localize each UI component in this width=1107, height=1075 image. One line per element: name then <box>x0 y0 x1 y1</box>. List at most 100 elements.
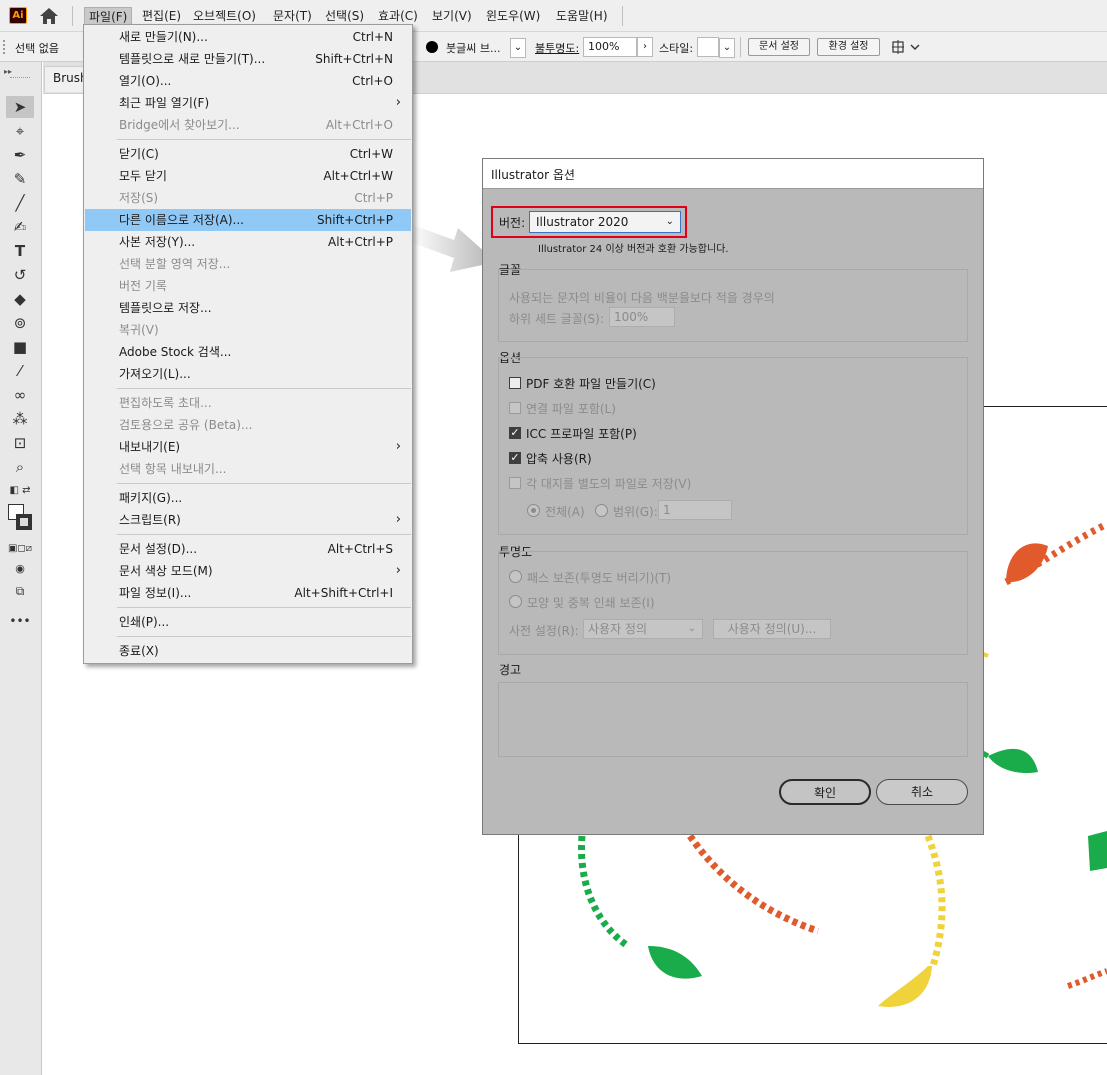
icc-profile-label: ICC 프로파일 포함(P) <box>526 427 637 441</box>
type-tool-icon[interactable]: T <box>6 240 34 262</box>
style-swatch[interactable] <box>697 37 719 57</box>
menu-item-adobe-stock[interactable]: Adobe Stock 검색... <box>85 341 411 363</box>
version-note: Illustrator 24 이상 버전과 호환 가능합니다. <box>538 244 729 255</box>
warp-tool-icon[interactable]: ⊚ <box>6 312 34 334</box>
brush-swatch-icon[interactable] <box>426 41 438 53</box>
draw-mode-icon[interactable]: ◉ <box>6 558 34 580</box>
eyedropper-tool-icon[interactable]: ⁄ <box>6 360 34 382</box>
menu-item-share-review: 검토용으로 공유 (Beta)... <box>119 418 253 432</box>
pen-tool-icon[interactable]: ✒ <box>6 144 34 166</box>
menu-item-open[interactable]: 열기(O)... Ctrl+O <box>85 70 411 92</box>
cancel-button[interactable]: 취소 <box>876 779 968 805</box>
eraser-tool-icon[interactable]: ◆ <box>6 288 34 310</box>
menu-item-save-as-template[interactable]: 템플릿으로 저장... <box>85 297 411 319</box>
menu-item-close[interactable]: 닫기(C) Ctrl+W <box>85 143 411 165</box>
warning-group-title: 경고 <box>499 663 522 677</box>
zoom-tool-icon[interactable]: ⌕ <box>6 456 34 478</box>
icc-profile-checkbox[interactable]: ✓ <box>509 427 521 439</box>
submenu-arrow-icon: › <box>395 439 401 454</box>
menu-item-export[interactable]: 내보내기(E) › <box>85 436 411 458</box>
range-radio <box>595 504 608 517</box>
compression-label: 압축 사용(R) <box>526 452 592 466</box>
range-input: 1 <box>658 500 732 520</box>
menu-object[interactable]: 오브젝트(O) <box>189 7 260 25</box>
direct-selection-tool-icon[interactable]: ⌖ <box>6 120 34 142</box>
app-logo: Ai <box>9 7 27 24</box>
paintbrush-tool-icon[interactable]: ✍ <box>6 216 34 238</box>
menu-item-save: 저장(S) Ctrl+P <box>119 191 393 205</box>
menu-file[interactable]: 파일(F) <box>84 7 133 25</box>
menu-item-close-all[interactable]: 모두 닫기 Alt+Ctrl+W <box>85 165 411 187</box>
menu-item-revert: 복귀(V) <box>119 323 159 337</box>
menu-item-version-history: 버전 기록 <box>119 279 167 293</box>
style-label: 스타일: <box>659 42 694 55</box>
warning-box <box>498 682 968 757</box>
compression-checkbox[interactable]: ✓ <box>509 452 521 464</box>
menu-item-save-as[interactable]: 다른 이름으로 저장(A)... Shift+Ctrl+P <box>85 209 411 231</box>
menu-help[interactable]: 도움말(H) <box>552 7 612 25</box>
fill-stroke-icon[interactable] <box>6 504 34 536</box>
opacity-label[interactable]: 불투명도: <box>535 40 579 56</box>
menu-item-new[interactable]: 새로 만들기(N)... Ctrl+N <box>85 26 411 48</box>
artboards-separate-label: 각 대지를 별도의 파일로 저장(V) <box>526 477 692 491</box>
preferences-button[interactable]: 환경 설정 <box>817 38 880 56</box>
align-icon[interactable] <box>891 39 921 55</box>
gradient-tool-icon[interactable]: ■ <box>6 336 34 358</box>
opacity-input[interactable]: 100% <box>583 37 637 57</box>
preserve-appearance-label: 모양 및 중복 인쇄 보존(I) <box>527 596 655 610</box>
more-tools-icon[interactable]: ••• <box>6 610 34 632</box>
menu-item-open-recent[interactable]: 최근 파일 열기(F) › <box>85 92 411 114</box>
selection-tool-icon[interactable]: ➤ <box>6 96 34 118</box>
document-setup-button[interactable]: 문서 설정 <box>748 38 810 56</box>
fonts-description: 사용되는 문자의 비율이 다음 백분율보다 적을 경우의 <box>509 291 775 305</box>
artboard-tool-icon[interactable]: ⊡ <box>6 432 34 454</box>
curvature-tool-icon[interactable]: ✎ <box>6 168 34 190</box>
submenu-arrow-icon: › <box>395 95 401 110</box>
menu-separator <box>117 534 411 535</box>
menu-item-invite: 편집하도록 초대... <box>119 396 212 410</box>
line-tool-icon[interactable]: ╱ <box>6 192 34 214</box>
home-icon[interactable] <box>38 6 60 26</box>
file-menu: 새로 만들기(N)... Ctrl+N 템플릿으로 새로 만들기(T)... Shi… <box>83 24 413 664</box>
style-dropdown[interactable]: ⌄ <box>719 38 735 58</box>
pdf-compatible-checkbox[interactable] <box>509 377 521 389</box>
dialog-titlebar[interactable]: Illustrator 옵션 <box>483 159 983 189</box>
menu-item-print[interactable]: 인쇄(P)... <box>85 611 411 633</box>
fonts-subset-input: 100% <box>609 307 675 327</box>
menu-item-save-copy[interactable]: 사본 저장(Y)... Alt+Ctrl+P <box>85 231 411 253</box>
panel-collapse-icon[interactable]: ▸▸ <box>4 67 12 76</box>
menu-type[interactable]: 문자(T) <box>269 7 316 25</box>
opacity-arrow[interactable]: › <box>637 37 653 57</box>
screen-mode-icon[interactable]: ⧉ <box>6 580 34 602</box>
menu-window[interactable]: 윈도우(W) <box>482 7 544 25</box>
menu-item-package[interactable]: 패키지(G)... <box>85 487 411 509</box>
menu-item-new-from-template[interactable]: 템플릿으로 새로 만들기(T)... Shift+Ctrl+N <box>85 48 411 70</box>
menu-separator <box>117 607 411 608</box>
all-artboards-radio <box>527 504 540 517</box>
chevron-down-icon: ⌄ <box>687 623 696 634</box>
rotate-tool-icon[interactable]: ↺ <box>6 264 34 286</box>
default-colors-icon[interactable]: ◧ ⇄ <box>6 480 34 502</box>
grip-handle[interactable] <box>3 40 7 54</box>
menu-item-exit[interactable]: 종료(X) <box>85 640 411 662</box>
brush-dropdown[interactable]: ⌄ <box>510 38 526 58</box>
range-label: 범위(G): <box>613 505 658 519</box>
menu-item-document-color-mode[interactable]: 문서 색상 모드(M) › <box>85 560 411 582</box>
menu-item-file-info[interactable]: 파일 정보(I)... Alt+Shift+Ctrl+I <box>85 582 411 604</box>
menu-effect[interactable]: 효과(C) <box>374 7 422 25</box>
fonts-subset-label: 하위 세트 글꼴(S): <box>509 312 604 326</box>
preserve-paths-radio <box>509 570 522 583</box>
selection-status: 선택 없음 <box>15 42 59 55</box>
panel-grip[interactable] <box>10 77 30 79</box>
menu-separator <box>117 483 411 484</box>
menu-select[interactable]: 선택(S) <box>321 7 368 25</box>
menu-item-place[interactable]: 가져오기(L)... <box>85 363 411 385</box>
ok-button[interactable]: 확인 <box>779 779 871 805</box>
menu-item-scripts[interactable]: 스크립트(R) › <box>85 509 411 531</box>
symbol-sprayer-tool-icon[interactable]: ⁂ <box>6 408 34 430</box>
menu-item-document-setup[interactable]: 문서 설정(D)... Alt+Ctrl+S <box>85 538 411 560</box>
color-mode-icon[interactable]: ▣◻⧄ <box>6 538 34 560</box>
menu-view[interactable]: 보기(V) <box>428 7 476 25</box>
blend-tool-icon[interactable]: ∞ <box>6 384 34 406</box>
menu-edit[interactable]: 편집(E) <box>138 7 185 25</box>
